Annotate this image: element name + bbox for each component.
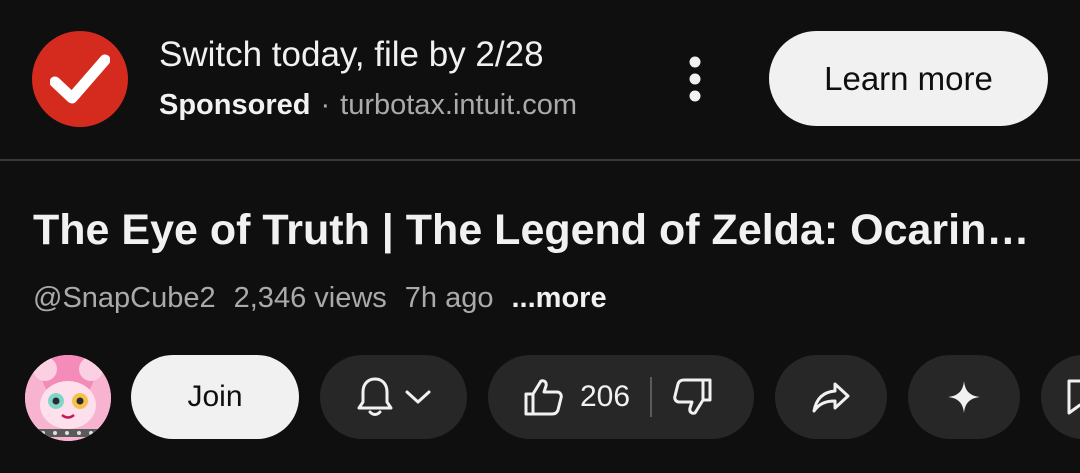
thumbs-down-icon[interactable]	[672, 377, 714, 417]
more-link[interactable]: ...more	[511, 282, 606, 315]
like-count: 206	[580, 380, 631, 413]
save-button[interactable]	[1041, 355, 1080, 439]
share-icon	[812, 382, 850, 413]
ask-ai-button[interactable]	[908, 355, 1020, 439]
like-divider	[650, 377, 653, 417]
like-dislike-button[interactable]: 206	[488, 355, 754, 439]
advertiser-logo[interactable]	[32, 31, 128, 127]
ad-domain: turbotax.intuit.com	[340, 89, 578, 121]
notifications-button[interactable]	[320, 355, 467, 439]
share-button[interactable]	[775, 355, 887, 439]
video-meta[interactable]: @SnapCube2 2,346 views 7h ago ...more	[33, 282, 625, 315]
sponsored-ad-card[interactable]: Switch today, file by 2/28 Sponsored · t…	[0, 0, 1080, 160]
checkmark-icon	[50, 54, 110, 104]
learn-more-button[interactable]: Learn more	[769, 31, 1048, 126]
view-count: 2,346 views	[233, 282, 387, 314]
more-vert-icon	[689, 56, 701, 102]
avatar-image	[25, 355, 111, 441]
bell-icon	[357, 377, 392, 416]
chevron-down-icon	[405, 390, 430, 404]
video-title[interactable]: The Eye of Truth | The Legend of Zelda: …	[33, 206, 1043, 255]
meta-separator: ·	[320, 89, 331, 121]
video-details-panel: Switch today, file by 2/28 Sponsored · t…	[0, 0, 1080, 473]
ad-meta: Sponsored · turbotax.intuit.com	[159, 89, 577, 122]
ad-divider	[0, 159, 1080, 161]
thumbs-up-icon[interactable]	[522, 377, 564, 417]
channel-avatar[interactable]	[25, 355, 111, 441]
join-label: Join	[187, 380, 243, 413]
join-button[interactable]: Join	[131, 355, 299, 439]
sparkle-icon	[948, 381, 980, 413]
sponsored-label: Sponsored	[159, 89, 311, 121]
upload-age: 7h ago	[404, 282, 494, 314]
save-icon	[1067, 379, 1080, 415]
ad-menu-button[interactable]	[670, 52, 720, 106]
channel-handle[interactable]: @SnapCube2	[33, 282, 216, 315]
ad-headline[interactable]: Switch today, file by 2/28	[159, 35, 544, 75]
